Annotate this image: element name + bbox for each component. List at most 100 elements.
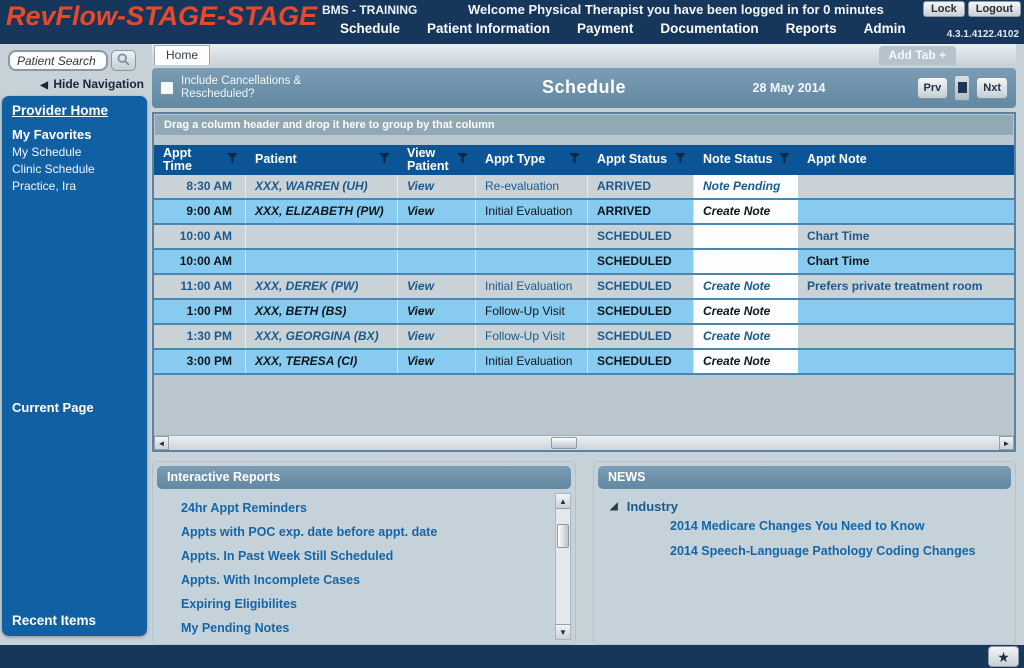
patient-cell: XXX, TERESA (CI): [246, 350, 398, 373]
horizontal-scrollbar[interactable]: ◄ ►: [154, 435, 1014, 450]
note-status-link[interactable]: Create Note: [694, 275, 798, 298]
patient-cell: XXX, BETH (BS): [246, 300, 398, 323]
group-drop-zone[interactable]: Drag a column header and drop it here to…: [155, 115, 1013, 135]
view-patient-link[interactable]: View: [398, 200, 476, 223]
report-link-expiring-eligibilites[interactable]: Expiring Eligibilites: [181, 592, 555, 616]
appt-type-cell: Initial Evaluation: [476, 200, 588, 223]
report-link-appts-with-incomplete-cases[interactable]: Appts. With Incomplete Cases: [181, 568, 555, 592]
favorite-star-button[interactable]: ★: [988, 646, 1019, 667]
table-row[interactable]: 1:30 PMXXX, GEORGINA (BX)ViewFollow-Up V…: [154, 325, 1014, 350]
report-link-24hr-appt-reminders[interactable]: 24hr Appt Reminders: [181, 496, 555, 520]
hide-navigation-link[interactable]: ◀ Hide Navigation: [0, 73, 150, 96]
reports-scrollbar-thumb[interactable]: [557, 524, 569, 548]
include-cancellations-checkbox[interactable]: [160, 81, 174, 95]
table-row[interactable]: 11:00 AMXXX, DEREK (PW)ViewInitial Evalu…: [154, 275, 1014, 300]
column-header-appt-status[interactable]: Appt Status: [588, 145, 694, 175]
tab-bar: Home Add Tab +: [152, 44, 1016, 65]
filter-icon[interactable]: [457, 153, 468, 166]
filter-icon[interactable]: [379, 153, 390, 166]
appt-note-cell: Chart Time: [798, 250, 1014, 273]
column-header-appt-type[interactable]: Appt Type: [476, 145, 588, 175]
view-patient-link: [398, 225, 476, 248]
logout-button[interactable]: Logout: [968, 1, 1021, 17]
search-button[interactable]: [111, 50, 136, 71]
view-patient-link[interactable]: View: [398, 325, 476, 348]
table-row[interactable]: 10:00 AMSCHEDULEDChart Time: [154, 225, 1014, 250]
sidebar-item-clinic-schedule[interactable]: Clinic Schedule: [12, 161, 147, 178]
filter-icon[interactable]: [779, 153, 790, 166]
nav-item-patient-information[interactable]: Patient Information: [427, 21, 550, 36]
filter-icon[interactable]: [227, 153, 238, 166]
nav-item-documentation[interactable]: Documentation: [660, 21, 758, 36]
sidebar-item-my-schedule[interactable]: My Schedule: [12, 144, 147, 161]
filter-icon[interactable]: [569, 153, 580, 166]
scroll-left-icon[interactable]: ◄: [154, 436, 169, 450]
main-area: Home Add Tab + Include Cancellations & R…: [150, 44, 1024, 645]
app-logo: RevFlow-STAGE-STAGE: [6, 1, 317, 32]
appt-type-cell: Initial Evaluation: [476, 350, 588, 373]
sidebar-item-provider-home[interactable]: Provider Home: [12, 103, 147, 118]
schedule-toolbar: Include Cancellations & Rescheduled? Sch…: [152, 68, 1016, 108]
scroll-down-icon[interactable]: ▼: [556, 624, 570, 639]
appt-type-cell: Re-evaluation: [476, 175, 588, 198]
view-patient-link[interactable]: View: [398, 175, 476, 198]
version-label: 4.3.1.4122.4102: [947, 29, 1019, 40]
note-status-link[interactable]: Create Note: [694, 325, 798, 348]
report-link-appts-with-poc-exp-date-before-appt-date[interactable]: Appts with POC exp. date before appt. da…: [181, 520, 555, 544]
table-row[interactable]: 1:00 PMXXX, BETH (BS)ViewFollow-Up Visit…: [154, 300, 1014, 325]
note-status-link[interactable]: Note Pending: [694, 175, 798, 198]
news-link-2014-medicare-changes-you-need-to-know[interactable]: 2014 Medicare Changes You Need to Know: [670, 514, 1011, 539]
appt-time-cell: 9:00 AM: [154, 200, 246, 223]
nav-item-reports[interactable]: Reports: [786, 21, 837, 36]
table-row[interactable]: 3:00 PMXXX, TERESA (CI)ViewInitial Evalu…: [154, 350, 1014, 375]
reports-list: 24hr Appt RemindersAppts with POC exp. d…: [157, 493, 555, 640]
view-patient-link[interactable]: View: [398, 275, 476, 298]
appt-type-cell: Follow-Up Visit: [476, 300, 588, 323]
reports-scrollbar[interactable]: ▲ ▼: [555, 493, 571, 640]
news-group-label: Industry: [627, 499, 678, 514]
calendar-button[interactable]: [954, 75, 970, 101]
table-row[interactable]: 9:00 AMXXX, ELIZABETH (PW)ViewInitial Ev…: [154, 200, 1014, 225]
prev-day-button[interactable]: Prv: [917, 77, 949, 99]
column-header-note-status[interactable]: Note Status: [694, 145, 798, 175]
note-status-link[interactable]: Create Note: [694, 300, 798, 323]
column-header-view-patient[interactable]: View Patient: [398, 145, 476, 175]
appt-type-cell: Follow-Up Visit: [476, 325, 588, 348]
report-link-appts-in-past-week-still-scheduled[interactable]: Appts. In Past Week Still Scheduled: [181, 544, 555, 568]
note-status-link[interactable]: Create Note: [694, 200, 798, 223]
view-patient-link[interactable]: View: [398, 300, 476, 323]
scrollbar-track[interactable]: [169, 436, 999, 450]
lock-button[interactable]: Lock: [923, 1, 965, 17]
nav-item-schedule[interactable]: Schedule: [340, 21, 400, 36]
appt-time-cell: 10:00 AM: [154, 225, 246, 248]
note-status-link[interactable]: Create Note: [694, 350, 798, 373]
patient-search-input[interactable]: [8, 50, 108, 71]
environment-label: BMS - TRAINING: [322, 3, 417, 17]
table-row[interactable]: 8:30 AMXXX, WARREN (UH)ViewRe-evaluation…: [154, 175, 1014, 200]
tab-home[interactable]: Home: [154, 45, 210, 65]
filter-icon[interactable]: [675, 153, 686, 166]
view-patient-link[interactable]: View: [398, 350, 476, 373]
nav-item-admin[interactable]: Admin: [864, 21, 906, 36]
column-header-appt-note[interactable]: Appt Note: [798, 145, 1014, 175]
news-link-2014-speech-language-pathology-coding-changes[interactable]: 2014 Speech-Language Pathology Coding Ch…: [670, 539, 1011, 564]
scroll-right-icon[interactable]: ►: [999, 436, 1014, 450]
news-group-industry[interactable]: ◢ Industry: [610, 499, 1011, 514]
nav-item-payment[interactable]: Payment: [577, 21, 633, 36]
recent-items-title: Recent Items: [12, 613, 147, 628]
schedule-grid: Drag a column header and drop it here to…: [152, 112, 1016, 452]
column-header-appt-time[interactable]: Appt Time: [154, 145, 246, 175]
appt-note-cell: [798, 325, 1014, 348]
sidebar-item-practice-ira[interactable]: Practice, Ira: [12, 178, 147, 195]
appt-note-cell: [798, 175, 1014, 198]
add-tab-button[interactable]: Add Tab +: [879, 46, 956, 65]
column-header-patient[interactable]: Patient: [246, 145, 398, 175]
welcome-message: Welcome Physical Therapist you have been…: [468, 2, 884, 17]
patient-cell: [246, 250, 398, 273]
report-link-my-pending-notes[interactable]: My Pending Notes: [181, 616, 555, 640]
next-day-button[interactable]: Nxt: [976, 77, 1008, 99]
table-row[interactable]: 10:00 AMSCHEDULEDChart Time: [154, 250, 1014, 275]
scrollbar-thumb[interactable]: [551, 437, 577, 449]
scroll-up-icon[interactable]: ▲: [556, 494, 570, 509]
reports-scrollbar-track[interactable]: [556, 509, 570, 624]
